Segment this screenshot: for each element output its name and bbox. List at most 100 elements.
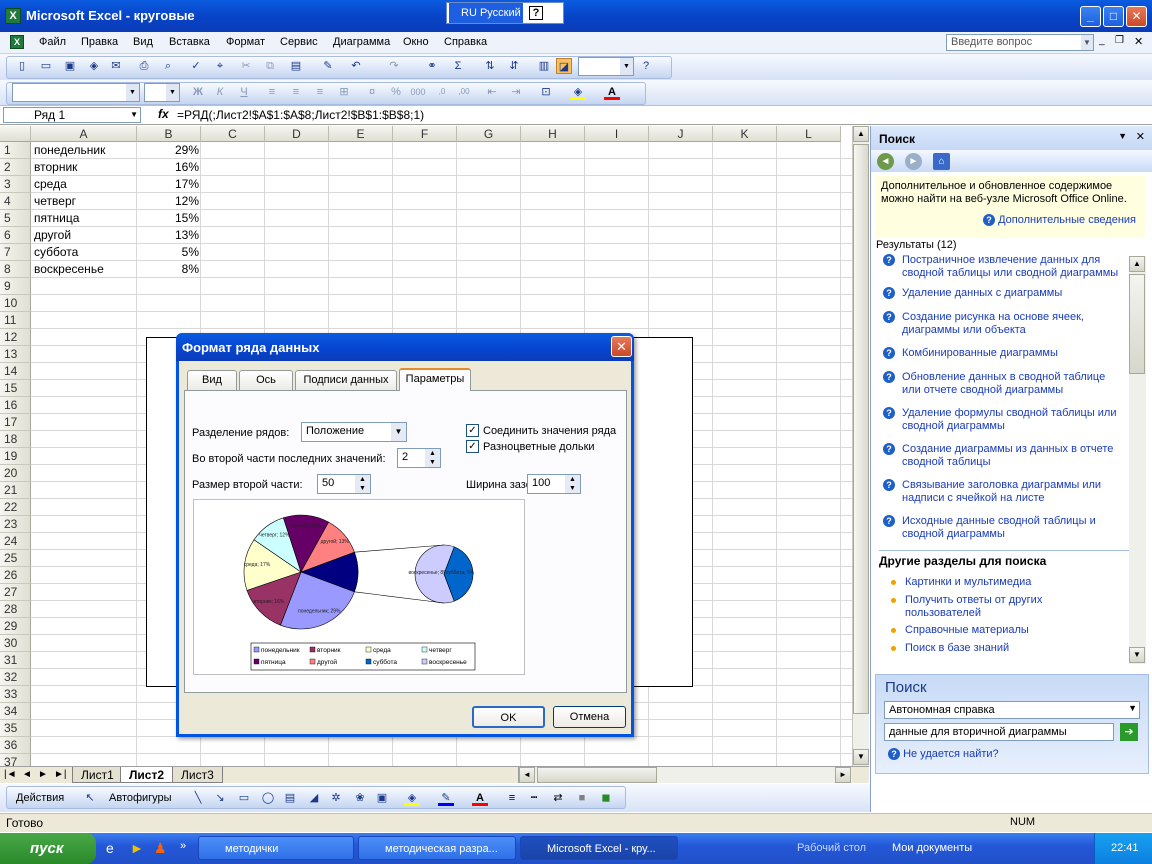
diagram-icon[interactable]: ✲: [328, 790, 344, 806]
result-link[interactable]: ? Обновление данных в сводной таблице или…: [883, 371, 1119, 397]
font-combo[interactable]: ▼: [12, 83, 140, 102]
align-center-icon[interactable]: ≡: [288, 84, 304, 100]
line-style-icon[interactable]: ≡: [504, 790, 520, 806]
actions-menu[interactable]: Действия: [16, 792, 64, 804]
chevron-down-icon[interactable]: ▼: [620, 58, 633, 75]
research-icon[interactable]: ⌖: [212, 58, 228, 74]
scroll-thumb[interactable]: [1129, 274, 1145, 374]
sort-desc-icon[interactable]: ⇵: [506, 58, 522, 74]
row-header-18[interactable]: 18: [0, 431, 31, 448]
prev-sheet-icon[interactable]: ◄: [20, 767, 34, 783]
result-link[interactable]: ? Комбинированные диаграммы: [883, 347, 1119, 360]
row-header-22[interactable]: 22: [0, 499, 31, 516]
result-link[interactable]: ? Создание диаграммы из данных в отчете с…: [883, 443, 1119, 469]
spelling-icon[interactable]: ✓: [188, 58, 204, 74]
task-word[interactable]: методическая разра...: [358, 836, 516, 860]
italic-icon[interactable]: К: [212, 84, 228, 100]
drawing-icon[interactable]: ◪: [556, 58, 572, 74]
row-header-29[interactable]: 29: [0, 618, 31, 635]
align-left-icon[interactable]: ≡: [264, 84, 280, 100]
menu-insert[interactable]: Вставка: [169, 36, 210, 48]
row-header-25[interactable]: 25: [0, 550, 31, 567]
cell-a2[interactable]: вторник: [34, 159, 77, 176]
tab-options[interactable]: Параметры: [399, 368, 471, 391]
cell-a4[interactable]: четверг: [34, 193, 76, 210]
cell-b2[interactable]: 16%: [137, 159, 199, 176]
column-header-E[interactable]: E: [329, 126, 393, 142]
task-excel[interactable]: Microsoft Excel - кру...: [520, 836, 678, 860]
row-header-37[interactable]: 37: [0, 754, 31, 766]
minimize-button[interactable]: _: [1080, 6, 1101, 27]
scroll-down-icon[interactable]: ▼: [853, 749, 869, 765]
spinner-arrows-icon[interactable]: ▲ ▼: [425, 449, 440, 467]
wordart-icon[interactable]: ◢: [306, 790, 322, 806]
row-header-5[interactable]: 5: [0, 210, 31, 227]
cell-b8[interactable]: 8%: [137, 261, 199, 278]
arrow-icon[interactable]: ↘: [212, 790, 228, 806]
cell-a1[interactable]: понедельник: [34, 142, 105, 159]
line-icon[interactable]: ╲: [190, 790, 206, 806]
row-header-3[interactable]: 3: [0, 176, 31, 193]
email-icon[interactable]: ✉: [108, 58, 124, 74]
row-header-9[interactable]: 9: [0, 278, 31, 295]
desktop-toolbar[interactable]: Рабочий стол: [797, 842, 866, 854]
permission-icon[interactable]: ◈: [86, 58, 102, 74]
horizontal-scroll-thumb[interactable]: [537, 767, 657, 783]
menu-format[interactable]: Формат: [226, 36, 265, 48]
bold-icon[interactable]: Ж: [190, 84, 206, 100]
zoom-combo[interactable]: ▼: [578, 57, 634, 76]
row-header-15[interactable]: 15: [0, 380, 31, 397]
column-header-K[interactable]: K: [713, 126, 777, 142]
gap-width-spinner[interactable]: 100 ▲ ▼: [527, 474, 581, 494]
column-header-F[interactable]: F: [393, 126, 457, 142]
menu-view[interactable]: Вид: [133, 36, 153, 48]
result-link[interactable]: ? Удаление формулы сводной таблицы или св…: [883, 407, 1119, 433]
increase-decimal-icon[interactable]: ,0: [434, 84, 450, 100]
vertical-scrollbar[interactable]: ▲ ▼: [852, 126, 869, 766]
spinner-arrows-icon[interactable]: ▲ ▼: [565, 475, 580, 493]
align-right-icon[interactable]: ≡: [312, 84, 328, 100]
result-link[interactable]: ? Связывание заголовка диаграммы или надп…: [883, 479, 1119, 505]
help-icon[interactable]: ?: [529, 6, 543, 20]
forward-icon[interactable]: ►: [905, 153, 922, 170]
row-header-1[interactable]: 1: [0, 142, 31, 159]
menu-help[interactable]: Справка: [444, 36, 487, 48]
sort-asc-icon[interactable]: ⇅: [482, 58, 498, 74]
chart-wizard-icon[interactable]: ▥: [536, 58, 552, 74]
copy-icon[interactable]: ⧉: [262, 58, 278, 74]
dash-style-icon[interactable]: ┅: [526, 790, 542, 806]
picture-icon[interactable]: ▣: [374, 790, 390, 806]
ok-button[interactable]: OK: [472, 706, 545, 728]
row-header-13[interactable]: 13: [0, 346, 31, 363]
horizontal-scrollbar[interactable]: ◄ ►: [518, 767, 852, 783]
cell-b6[interactable]: 13%: [137, 227, 199, 244]
font-color-icon[interactable]: A: [604, 84, 620, 100]
scroll-right-icon[interactable]: ►: [835, 767, 851, 783]
chevron-down-icon[interactable]: ▼: [130, 108, 138, 122]
scroll-up-icon[interactable]: ▲: [853, 126, 869, 142]
cell-b5[interactable]: 15%: [137, 210, 199, 227]
select-all-corner[interactable]: [0, 126, 31, 142]
row-header-35[interactable]: 35: [0, 720, 31, 737]
last-sheet-icon[interactable]: ►|: [52, 767, 69, 783]
menu-file[interactable]: Файл: [39, 36, 66, 48]
row-header-2[interactable]: 2: [0, 159, 31, 176]
excel-app-icon[interactable]: X: [5, 8, 21, 24]
search-go-icon[interactable]: ➔: [1120, 723, 1138, 741]
oval-icon[interactable]: ◯: [260, 790, 276, 806]
column-header-H[interactable]: H: [521, 126, 585, 142]
other-section-link[interactable]: Картинки и мультимедиа: [905, 576, 1105, 589]
row-header-26[interactable]: 26: [0, 567, 31, 584]
column-header-L[interactable]: L: [777, 126, 841, 142]
next-sheet-icon[interactable]: ►: [36, 767, 50, 783]
fill-color-icon[interactable]: ◈: [570, 84, 586, 100]
maximize-button[interactable]: □: [1103, 6, 1124, 27]
format-painter-icon[interactable]: ✎: [320, 58, 336, 74]
ie-icon[interactable]: e: [106, 840, 114, 856]
close-button[interactable]: ✕: [1126, 6, 1147, 27]
cell-b4[interactable]: 12%: [137, 193, 199, 210]
cut-icon[interactable]: ✂: [238, 58, 254, 74]
thousands-icon[interactable]: 000: [410, 84, 426, 100]
textbox-icon[interactable]: ▤: [282, 790, 298, 806]
doc-restore-icon[interactable]: ❐: [1115, 35, 1124, 46]
